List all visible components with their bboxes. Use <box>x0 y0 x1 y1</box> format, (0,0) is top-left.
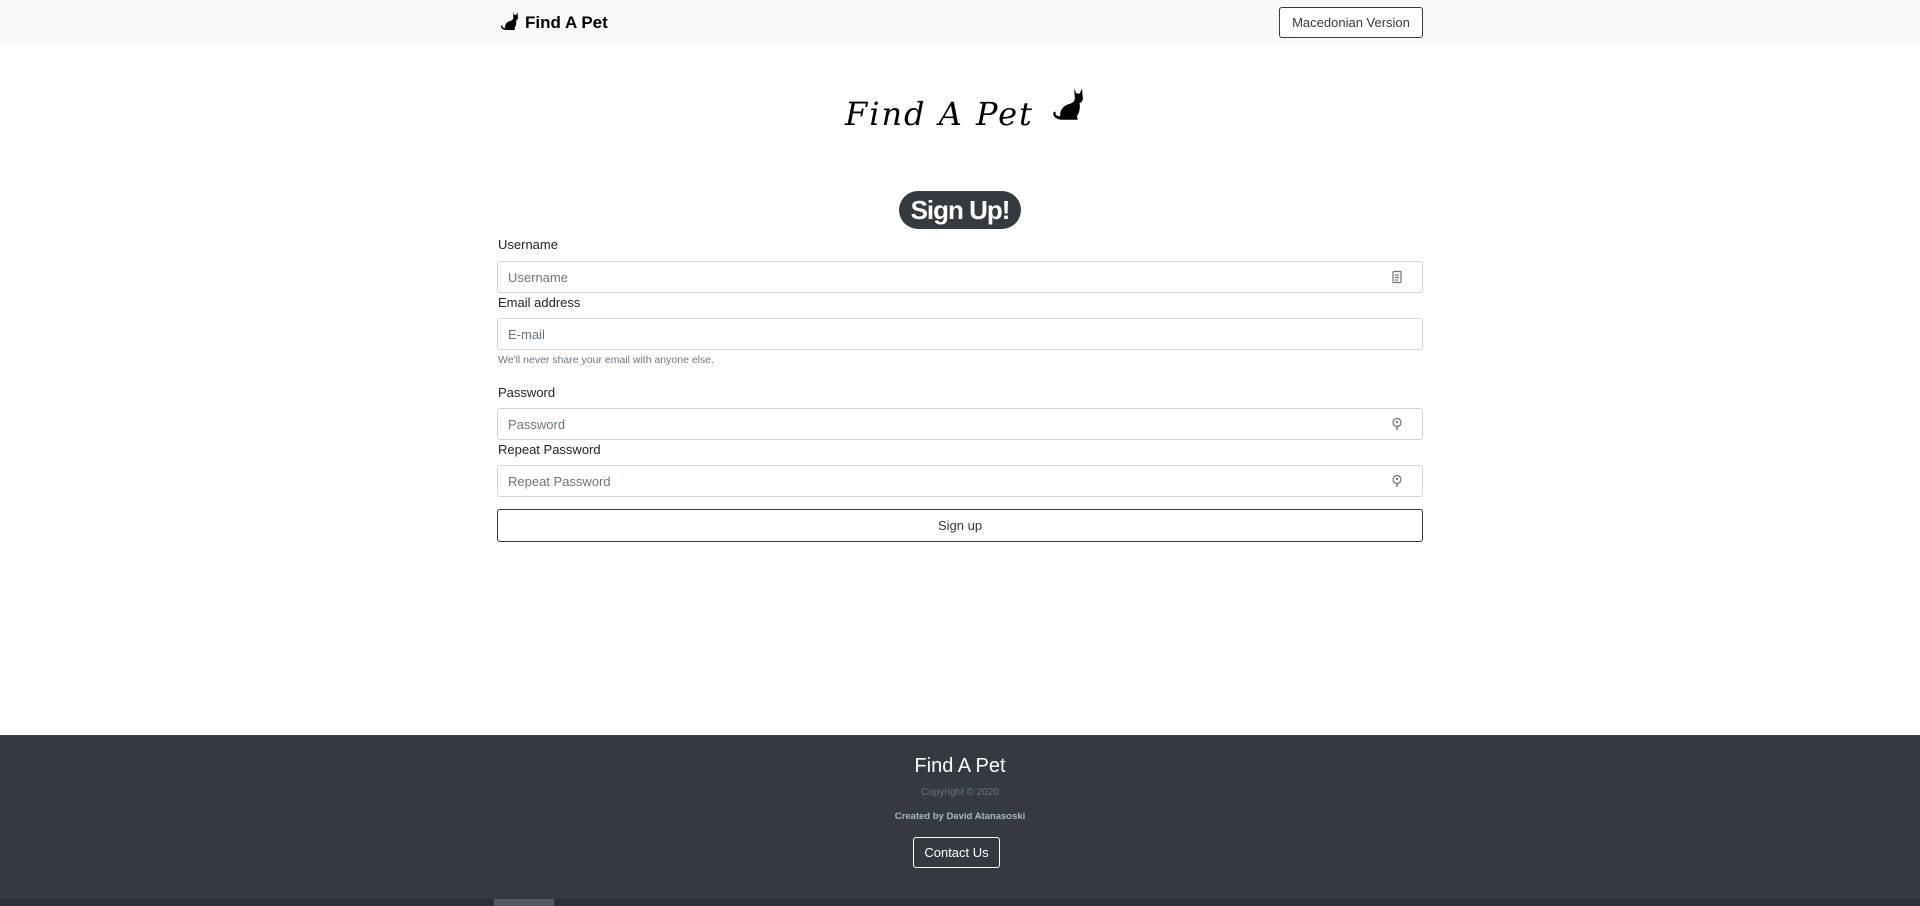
repeat-password-field-wrapper <box>497 465 1423 497</box>
logo: Find A Pet <box>845 84 1090 134</box>
email-field-wrapper <box>497 318 1423 350</box>
username-label: Username <box>498 237 558 252</box>
copyright-text: Copyright © 2020 <box>921 787 999 798</box>
navbar: Find A Pet Macedonian Version <box>0 0 1920 46</box>
footer: Find A Pet Copyright © 2020 Created by D… <box>0 735 1920 906</box>
email-help-text: We'll never share your email with anyone… <box>498 354 714 366</box>
key-icon <box>1390 417 1404 431</box>
contact-us-button[interactable]: Contact Us <box>913 837 1000 868</box>
repeat-password-input[interactable] <box>498 466 1388 496</box>
bottom-strip <box>0 899 1920 906</box>
creator-text: Created by David Atanasoski <box>894 811 1026 822</box>
navbar-brand[interactable]: Find A Pet <box>498 10 608 36</box>
cat-icon <box>1048 83 1090 134</box>
password-field-wrapper <box>497 408 1423 440</box>
password-label: Password <box>498 385 556 400</box>
brand-text: Find A Pet <box>525 13 608 32</box>
macedonian-version-button[interactable]: Macedonian Version <box>1279 7 1423 38</box>
bottom-strip-tab <box>494 899 554 906</box>
logo-text: Find A Pet <box>845 95 1034 133</box>
email-label: Email address <box>498 295 581 310</box>
username-input[interactable] <box>498 262 1388 292</box>
key-icon <box>1390 474 1404 488</box>
repeat-password-label: Repeat Password <box>498 442 601 457</box>
username-field-wrapper <box>497 261 1423 293</box>
email-input[interactable] <box>498 319 1388 349</box>
signup-heading: Sign Up! <box>899 191 1021 229</box>
sign-up-button[interactable]: Sign up <box>497 509 1423 542</box>
footer-title: Find A Pet <box>914 755 1006 777</box>
cat-icon <box>498 9 522 38</box>
password-input[interactable] <box>498 409 1388 439</box>
id-card-icon <box>1390 270 1404 284</box>
